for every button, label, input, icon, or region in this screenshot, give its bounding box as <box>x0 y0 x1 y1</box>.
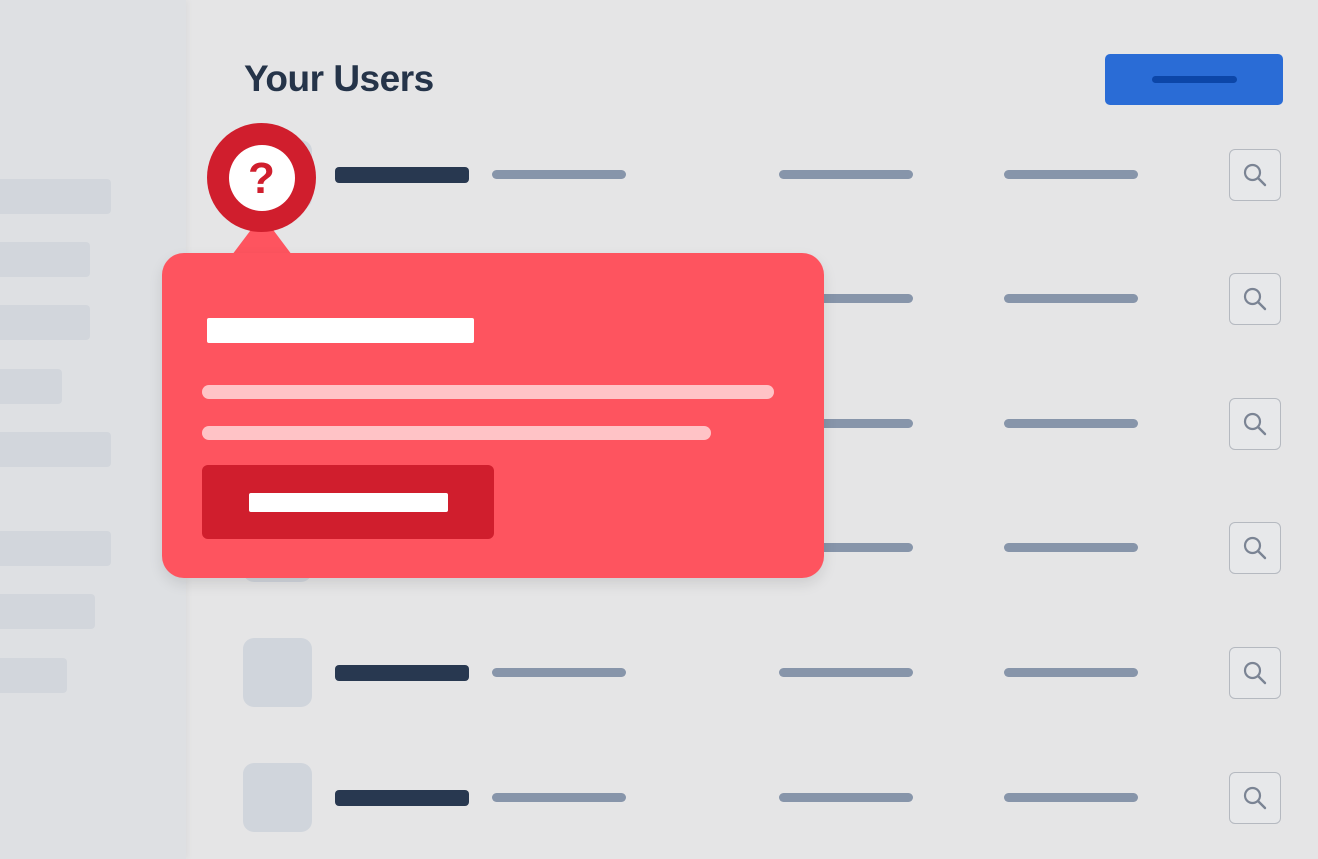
sidebar-item[interactable] <box>0 594 95 629</box>
popover-button-label-placeholder <box>249 493 448 512</box>
search-icon <box>1243 536 1267 560</box>
user-name-placeholder <box>335 167 469 183</box>
cell-placeholder <box>492 793 626 802</box>
question-mark-icon: ? <box>248 153 275 203</box>
user-name-placeholder <box>335 665 469 681</box>
cell-placeholder <box>1004 170 1138 179</box>
table-row[interactable] <box>0 638 1318 708</box>
primary-button-label-placeholder <box>1152 76 1237 83</box>
search-icon <box>1243 661 1267 685</box>
cell-placeholder <box>1004 294 1138 303</box>
search-icon <box>1243 786 1267 810</box>
popover-text-line-placeholder <box>202 426 711 440</box>
help-badge-inner: ? <box>228 144 295 211</box>
popover-title-placeholder <box>207 318 474 343</box>
avatar <box>243 638 312 707</box>
table-row[interactable] <box>0 763 1318 833</box>
view-user-button[interactable] <box>1229 522 1281 574</box>
popover-action-button[interactable] <box>202 465 494 539</box>
search-icon <box>1243 412 1267 436</box>
cell-placeholder <box>779 668 913 677</box>
table-row[interactable] <box>0 140 1318 210</box>
view-user-button[interactable] <box>1229 273 1281 325</box>
help-popover <box>162 253 824 578</box>
popover-text-line-placeholder <box>202 385 774 399</box>
cell-placeholder <box>1004 543 1138 552</box>
cell-placeholder <box>1004 668 1138 677</box>
view-user-button[interactable] <box>1229 647 1281 699</box>
search-icon <box>1243 287 1267 311</box>
view-user-button[interactable] <box>1229 772 1281 824</box>
view-user-button[interactable] <box>1229 149 1281 201</box>
cell-placeholder <box>492 668 626 677</box>
cell-placeholder <box>492 170 626 179</box>
primary-action-button[interactable] <box>1105 54 1283 105</box>
avatar <box>243 763 312 832</box>
user-name-placeholder <box>335 790 469 806</box>
cell-placeholder <box>779 170 913 179</box>
cell-placeholder <box>1004 419 1138 428</box>
help-button[interactable]: ? <box>207 123 316 232</box>
view-user-button[interactable] <box>1229 398 1281 450</box>
page-title: Your Users <box>244 58 434 99</box>
cell-placeholder <box>1004 793 1138 802</box>
cell-placeholder <box>779 793 913 802</box>
search-icon <box>1243 163 1267 187</box>
